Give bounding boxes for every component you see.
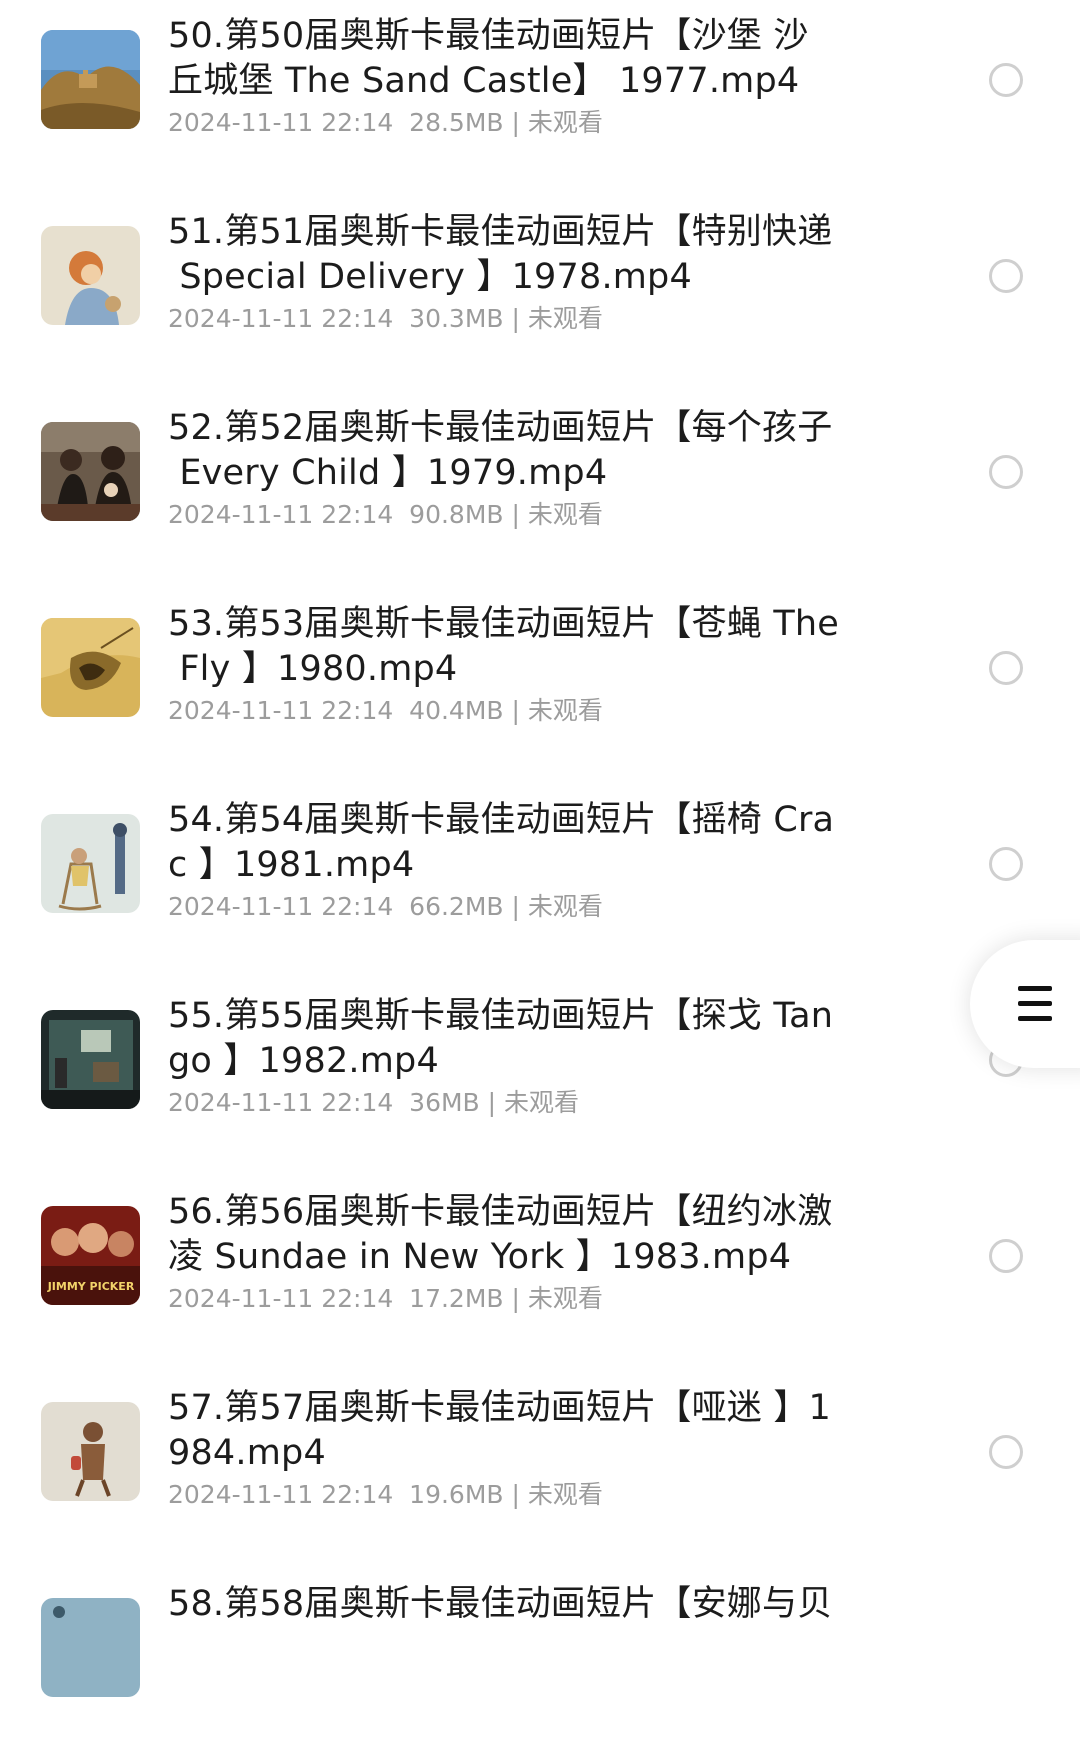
video-thumbnail (41, 1010, 140, 1109)
video-thumbnail (41, 1598, 140, 1697)
file-meta: 2024-11-11 22:14 28.5MB | 未观看 (168, 108, 603, 137)
list-item[interactable]: 50.第50届奥斯卡最佳动画短片【沙堡 沙丘城堡 The Sand Castle… (0, 0, 1080, 196)
file-title: 50.第50届奥斯卡最佳动画短片【沙堡 沙丘城堡 The Sand Castle… (168, 16, 809, 101)
list-item[interactable]: 51.第51届奥斯卡最佳动画短片【特别快递 Special Delivery 】… (0, 196, 1080, 392)
file-meta: 2024-11-11 22:14 30.3MB | 未观看 (168, 304, 603, 333)
list-item[interactable]: 52.第52届奥斯卡最佳动画短片【每个孩子 Every Child 】1979.… (0, 392, 1080, 588)
select-radio[interactable] (989, 847, 1023, 881)
list-item[interactable]: 55.第55届奥斯卡最佳动画短片【探戈 Tan go 】1982.mp4 2024… (0, 980, 1080, 1176)
file-meta: 2024-11-11 22:14 36MB | 未观看 (168, 1088, 580, 1117)
list-item[interactable]: JIMMY PICKER 56.第56届奥斯卡最佳动画短片【纽约冰激凌 Sund… (0, 1176, 1080, 1372)
video-thumbnail (41, 422, 140, 521)
file-title: 56.第56届奥斯卡最佳动画短片【纽约冰激凌 Sundae in New Yor… (168, 1192, 833, 1277)
video-thumbnail: JIMMY PICKER (41, 1206, 140, 1305)
select-radio[interactable] (989, 455, 1023, 489)
file-title: 52.第52届奥斯卡最佳动画短片【每个孩子 Every Child 】1979.… (168, 408, 833, 493)
file-title: 51.第51届奥斯卡最佳动画短片【特别快递 Special Delivery 】… (168, 212, 833, 297)
list-item[interactable]: 58.第58届奥斯卡最佳动画短片【安娜与贝 (0, 1568, 1080, 1764)
file-meta: 2024-11-11 22:14 66.2MB | 未观看 (168, 892, 603, 921)
video-thumbnail (41, 1402, 140, 1501)
list-item[interactable]: 57.第57届奥斯卡最佳动画短片【哑迷 】1 984.mp4 2024-11-11… (0, 1372, 1080, 1568)
menu-icon (1018, 986, 1052, 1022)
select-radio[interactable] (989, 1239, 1023, 1273)
select-radio[interactable] (989, 259, 1023, 293)
select-radio[interactable] (989, 63, 1023, 97)
file-title: 55.第55届奥斯卡最佳动画短片【探戈 Tan go 】1982.mp4 (168, 996, 834, 1081)
file-title: 54.第54届奥斯卡最佳动画短片【摇椅 Cra c 】1981.mp4 (168, 800, 835, 885)
file-meta: 2024-11-11 22:14 40.4MB | 未观看 (168, 696, 603, 725)
video-thumbnail (41, 226, 140, 325)
video-thumbnail (41, 618, 140, 717)
list-item[interactable]: 54.第54届奥斯卡最佳动画短片【摇椅 Cra c 】1981.mp4 2024-… (0, 784, 1080, 980)
file-meta: 2024-11-11 22:14 17.2MB | 未观看 (168, 1284, 603, 1313)
file-title: 57.第57届奥斯卡最佳动画短片【哑迷 】1 984.mp4 (168, 1388, 831, 1473)
file-meta: 2024-11-11 22:14 90.8MB | 未观看 (168, 500, 603, 529)
thumbnail-caption: JIMMY PICKER (47, 1280, 135, 1293)
select-radio[interactable] (989, 1435, 1023, 1469)
file-meta: 2024-11-11 22:14 19.6MB | 未观看 (168, 1480, 603, 1509)
file-title: 53.第53届奥斯卡最佳动画短片【苍蝇 The Fly 】1980.mp4 (168, 604, 840, 689)
select-radio[interactable] (989, 651, 1023, 685)
file-title: 58.第58届奥斯卡最佳动画短片【安娜与贝 (168, 1584, 833, 1624)
list-item[interactable]: 53.第53届奥斯卡最佳动画短片【苍蝇 The Fly 】1980.mp4 20… (0, 588, 1080, 784)
video-thumbnail (41, 30, 140, 129)
video-thumbnail (41, 814, 140, 913)
